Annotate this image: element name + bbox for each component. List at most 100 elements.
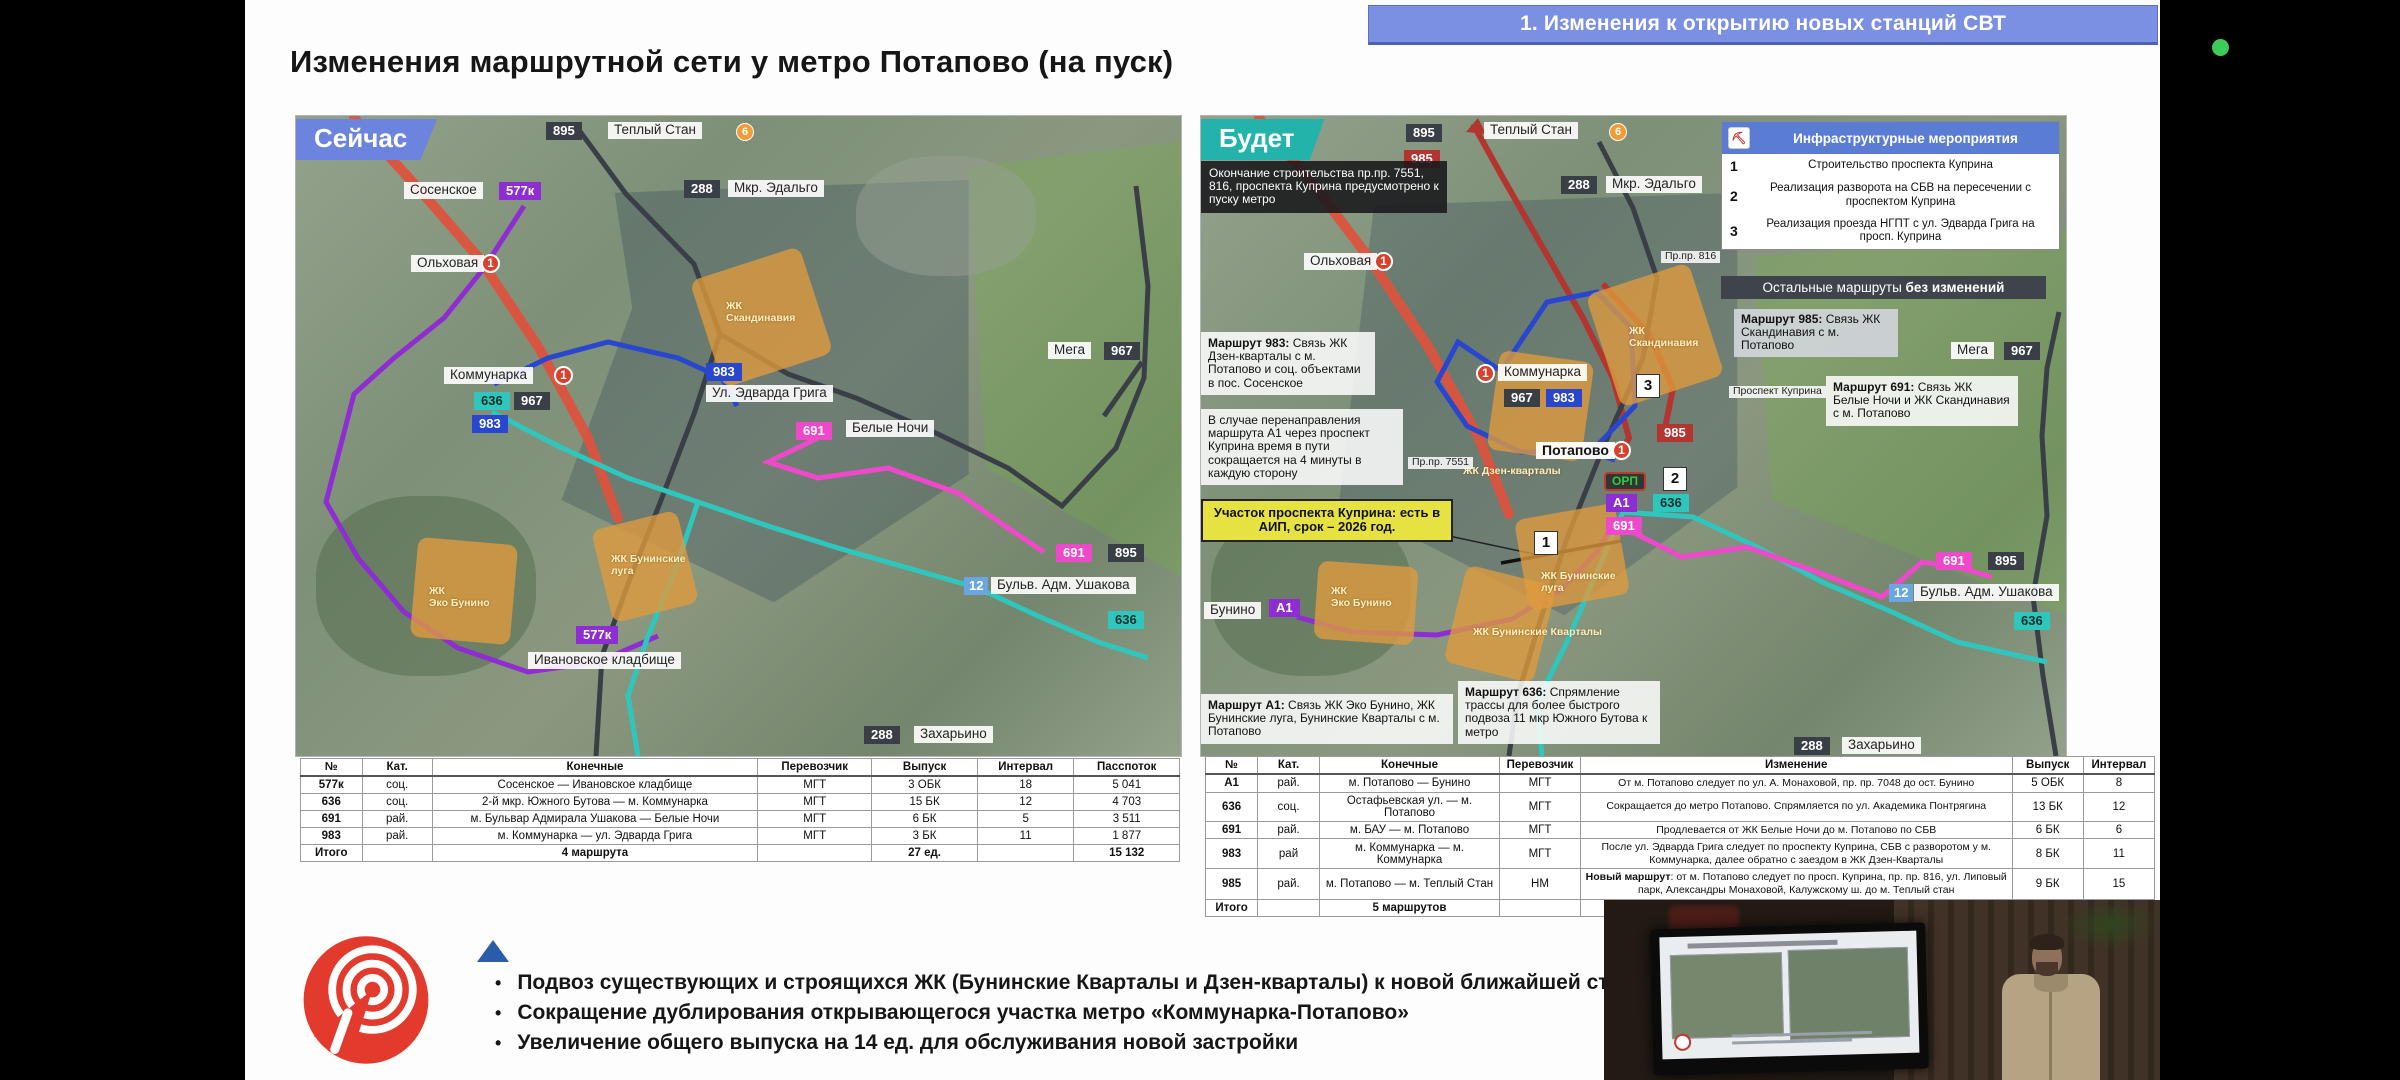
place-kommunarka: Коммунарка bbox=[1498, 364, 1587, 381]
table-cell bbox=[977, 845, 1074, 862]
map-badge-now: Сейчас bbox=[296, 119, 437, 160]
other-routes-bar: Остальные маршруты без изменений bbox=[1721, 276, 2046, 299]
column-header: Изменение bbox=[1580, 757, 2012, 775]
table-cell: 6 БК bbox=[872, 811, 977, 828]
route-badge-636: 636 bbox=[474, 392, 510, 410]
table-cell: МГТ bbox=[758, 776, 872, 794]
table-cell bbox=[758, 845, 872, 862]
table-cell: м. Бульвар Адмирала Ушакова — Белые Ночи bbox=[432, 811, 757, 828]
table-cell: 985 bbox=[1206, 869, 1258, 899]
table-cell bbox=[362, 845, 432, 862]
table-future-routes: №Кат.КонечныеПеревозчикИзменениеВыпускИн… bbox=[1205, 756, 2155, 917]
metro-line6-icon: 6 bbox=[1609, 123, 1627, 141]
table-cell: 3 511 bbox=[1074, 811, 1180, 828]
metro-line1-icon: 1 bbox=[1374, 252, 1393, 271]
column-header: Интервал bbox=[977, 759, 1074, 777]
route-badge-967: 967 bbox=[1104, 342, 1140, 360]
table-row: 691рай.м. БАУ — м. ПотаповоМГТПродлевает… bbox=[1206, 821, 2155, 839]
route-badge-983: 983 bbox=[706, 363, 742, 381]
route-badge-691: 691 bbox=[796, 422, 832, 440]
table-cell: 5 ОБК bbox=[2012, 774, 2083, 792]
table-row: 636соц.2-й мкр. Южного Бутова — м. Комму… bbox=[301, 794, 1180, 811]
place-edalgo: Мкр. Эдальго bbox=[1606, 176, 1702, 193]
map-badge-future: Будет bbox=[1201, 119, 1325, 160]
table-cell: соц. bbox=[1258, 792, 1320, 821]
table-cell: соц. bbox=[362, 776, 432, 794]
table-row: А1рай.м. Потапово — БуниноМГТОт м. Потап… bbox=[1206, 774, 2155, 792]
route-badge-577k: 577к bbox=[576, 626, 618, 644]
table-cell: 13 БК bbox=[2012, 792, 2083, 821]
table-cell: От м. Потапово следует по ул. А. Монахов… bbox=[1580, 774, 2012, 792]
mini-logo bbox=[1674, 1034, 1691, 1051]
zone-label-eko-bunino: ЖК Эко Бунино bbox=[1331, 586, 1392, 609]
presenter-video-overlay[interactable] bbox=[1604, 900, 2160, 1080]
legend-item-3: 3Реализация проезда НГПТ с ул. Эдварда Г… bbox=[1722, 214, 2059, 250]
place-teply-stan: Теплый Стан bbox=[1484, 122, 1578, 139]
place-edalgo: Мкр. Эдальго bbox=[728, 180, 824, 197]
route-badge-12: 12 bbox=[964, 577, 988, 595]
legend-item-1: 1Строительство проспекта Куприна bbox=[1722, 154, 2059, 178]
place-ivanovskoe: Ивановское кладбище bbox=[528, 652, 681, 669]
table-cell: 15 БК bbox=[872, 794, 977, 811]
route-badge-983: 983 bbox=[472, 415, 508, 433]
table-cell bbox=[1258, 899, 1320, 916]
screenshot-stage: 1. Изменения к открытию новых станций СВ… bbox=[0, 0, 2400, 1080]
zone-label-dzen: ЖК Дзен-кварталы bbox=[1463, 466, 1561, 478]
table-cell: 3 БК bbox=[872, 828, 977, 845]
place-ushakova: Бульв. Адм. Ушакова bbox=[1914, 584, 2059, 601]
table-cell: рай bbox=[1258, 839, 1320, 869]
metro-line1-icon: 1 bbox=[1612, 441, 1631, 460]
tv-slide-content bbox=[1659, 931, 1919, 1060]
route-badge-985: 985 bbox=[1657, 424, 1693, 442]
place-prospekt-kuprina: Проспект Куприна bbox=[1729, 386, 1826, 398]
mini-map-left bbox=[1670, 952, 1784, 1039]
table-cell: рай. bbox=[1258, 774, 1320, 792]
table-cell: Итого bbox=[301, 845, 363, 862]
zone-label-buninskie-kvartaly: ЖК Бунинские Кварталы bbox=[1473, 627, 1602, 639]
place-edvarda-griga: Ул. Эдварда Грига bbox=[706, 385, 833, 402]
recording-indicator-dot bbox=[2212, 39, 2229, 56]
column-header: Кат. bbox=[362, 759, 432, 777]
table-cell: 9 БК bbox=[2012, 869, 2083, 899]
table-cell: МГТ bbox=[758, 811, 872, 828]
route-badge-895: 895 bbox=[1988, 552, 2024, 570]
table-cell: МГТ bbox=[758, 794, 872, 811]
route-badge-967: 967 bbox=[1504, 389, 1540, 407]
column-header: Кат. bbox=[1258, 757, 1320, 775]
legend-infrastructure: ⛏ Инфраструктурные мероприятия 1Строител… bbox=[1721, 121, 2060, 250]
table-cell: МГТ bbox=[758, 828, 872, 845]
note-construction: Окончание строительства пр.пр. 7551, 816… bbox=[1201, 161, 1447, 213]
mini-slide-title bbox=[1688, 940, 1838, 949]
table-cell: 27 ед. bbox=[872, 845, 977, 862]
zone-label-skandinavia: ЖК Скандинавия bbox=[726, 301, 795, 324]
table-cell: 691 bbox=[1206, 821, 1258, 839]
presenter-hood bbox=[2034, 974, 2068, 992]
table-cell: 636 bbox=[301, 794, 363, 811]
route-badge-895: 895 bbox=[546, 122, 582, 140]
table-cell: 983 bbox=[301, 828, 363, 845]
table-row: 983райм. Коммунарка — м. КоммунаркаМГТПо… bbox=[1206, 839, 2155, 869]
route-badge-636: 636 bbox=[2014, 612, 2050, 630]
route-badge-967: 967 bbox=[514, 392, 550, 410]
route-lines-svg bbox=[296, 116, 1181, 756]
route-badge-983: 983 bbox=[1546, 389, 1582, 407]
orp-badge: ОРП bbox=[1604, 472, 1646, 491]
table-cell: МГТ bbox=[1500, 792, 1581, 821]
table-cell: рай. bbox=[1258, 869, 1320, 899]
table-cell: А1 bbox=[1206, 774, 1258, 792]
route-badge-577k: 577к bbox=[499, 182, 541, 200]
table-cell: м. Потапово — м. Теплый Стан bbox=[1319, 869, 1499, 899]
column-header: № bbox=[1206, 757, 1258, 775]
route-badge-288: 288 bbox=[1561, 176, 1597, 194]
presentation-slide: 1. Изменения к открытию новых станций СВ… bbox=[245, 0, 2160, 1080]
place-zakharino: Захарьино bbox=[1842, 737, 1921, 754]
map-current: Сейчас 895Теплый Стан6288Мкр. ЭдальгоСос… bbox=[295, 115, 1182, 757]
place-potapovo: Потапово bbox=[1536, 442, 1615, 459]
note-route-985: Маршрут 985: Связь ЖК Скандинавия с м. П… bbox=[1734, 309, 1898, 357]
table-cell: 12 bbox=[977, 794, 1074, 811]
table-cell: 4 703 bbox=[1074, 794, 1180, 811]
table-cell: Сосенское — Ивановское кладбище bbox=[432, 776, 757, 794]
route-badge-967: 967 bbox=[2004, 342, 2040, 360]
table-row: 636соц.Остафьевская ул. — м. ПотаповоМГТ… bbox=[1206, 792, 2155, 821]
table-cell: 15 bbox=[2083, 869, 2154, 899]
